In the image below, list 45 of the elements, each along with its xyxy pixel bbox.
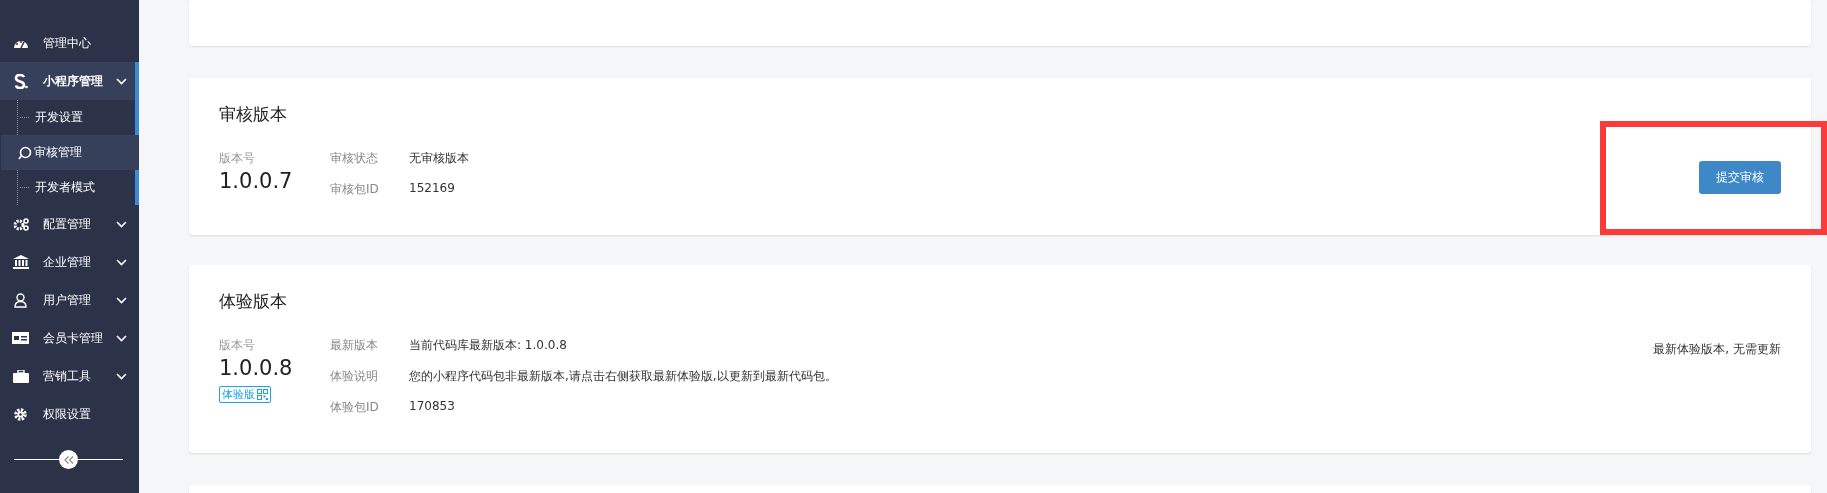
briefcase-icon xyxy=(12,369,29,383)
card-title: 审核版本 xyxy=(219,103,288,126)
field-value: 无审核版本 xyxy=(409,150,469,167)
s-logo-icon xyxy=(13,73,28,89)
field-value: 您的小程序代码包非最新版本,请点击右侧获取最新体验版,以更新到最新代码包。 xyxy=(409,368,837,385)
menu-item[interactable]: 权限设置 xyxy=(0,395,139,433)
menu-item[interactable]: 管理中心 xyxy=(0,24,139,62)
double-chevron-left-icon xyxy=(63,455,74,464)
submenu-item[interactable]: 审核管理 xyxy=(1,135,139,170)
qr-code-icon xyxy=(257,389,268,400)
field-value: 当前代码库最新版本: 1.0.0.8 xyxy=(409,337,567,354)
submenu-item[interactable]: 开发设置 xyxy=(17,100,139,135)
menu-item[interactable]: 配置管理 xyxy=(0,205,139,243)
collapse-button[interactable] xyxy=(59,450,78,469)
field-label: 最新版本 xyxy=(330,337,379,354)
bank-icon xyxy=(12,255,29,269)
chevron-down-icon xyxy=(116,221,127,228)
status-note: 最新体验版本, 无需更新 xyxy=(1653,341,1781,358)
menu-item[interactable]: 企业管理 xyxy=(0,243,139,281)
field-label: 审核包ID xyxy=(330,181,380,198)
version-label: 版本号 xyxy=(219,337,256,354)
field-label: 体验说明 xyxy=(330,368,379,385)
menu-item[interactable]: 营销工具 xyxy=(0,357,139,395)
loop-icon xyxy=(18,145,32,160)
chevron-down-icon xyxy=(116,78,127,85)
settings-icon xyxy=(14,407,27,421)
menu-item[interactable]: 会员卡管理 xyxy=(0,319,139,357)
chevron-down-icon xyxy=(116,335,127,342)
version-number: 1.0.0.8 xyxy=(219,356,294,380)
version-label: 版本号 xyxy=(219,150,256,167)
user-icon xyxy=(14,292,27,308)
chevron-down-icon xyxy=(116,373,127,380)
id-card-icon xyxy=(12,332,29,344)
chevron-down-icon xyxy=(116,297,127,304)
submenu-item[interactable]: 开发者模式 xyxy=(17,170,139,205)
card-title: 体验版本 xyxy=(219,290,288,313)
field-label: 审核状态 xyxy=(330,150,379,167)
field-label: 体验包ID xyxy=(330,399,380,416)
field-value: 170853 xyxy=(409,399,455,415)
version-number: 1.0.0.7 xyxy=(219,169,294,193)
gears-icon xyxy=(12,217,29,231)
chevron-down-icon xyxy=(116,259,127,266)
menu-item[interactable]: 用户管理 xyxy=(0,281,139,319)
field-value: 152169 xyxy=(409,181,455,197)
submit-review-button[interactable]: 提交审核 xyxy=(1699,161,1781,194)
